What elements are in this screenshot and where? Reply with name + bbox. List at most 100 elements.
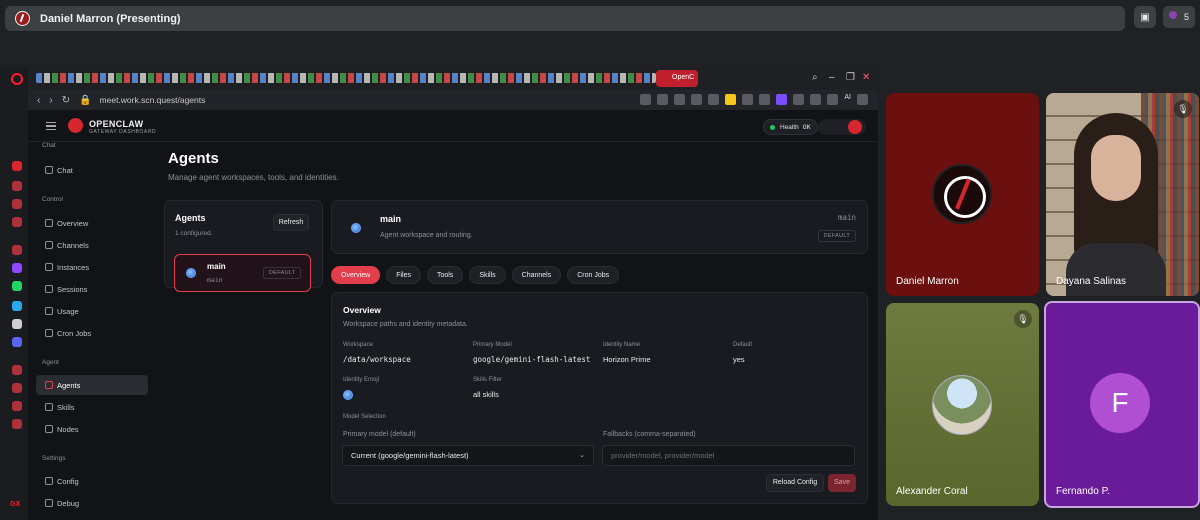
- close-icon[interactable]: ✕: [862, 72, 870, 83]
- tab-openclaw[interactable]: OpenC: [656, 70, 698, 87]
- sidebar-item-overview[interactable]: Overview: [36, 213, 148, 233]
- opera-sidebar-icon[interactable]: [12, 217, 22, 227]
- shared-screen: GX OpenC ⌕ – ❐ ✕ ‹ › ↻ 🔒 meet.work.scn.q…: [0, 67, 878, 520]
- tab-overview[interactable]: Overview: [331, 266, 381, 284]
- tab-cron-jobs[interactable]: Cron Jobs: [567, 266, 620, 284]
- identity-emoji-label: Identity Emoji: [343, 377, 380, 383]
- reload-config-button[interactable]: Reload Config: [766, 474, 824, 492]
- messenger-icon[interactable]: [12, 245, 22, 255]
- participant-tile-fernando[interactable]: F Fernando P.: [1044, 301, 1200, 508]
- participants-button[interactable]: 5: [1163, 6, 1195, 28]
- lock-icon: 🔒: [79, 94, 92, 106]
- opera-logo-icon[interactable]: [11, 73, 23, 85]
- openclaw-app: OPENCLAW GATEWAY DASHBOARD Health OK Chat…: [28, 110, 878, 520]
- fallbacks-input[interactable]: provider/model, provider/model: [602, 445, 855, 466]
- menu-toggle-icon[interactable]: [46, 122, 56, 130]
- opera-sidebar-icon[interactable]: [12, 199, 22, 209]
- sidebar-item-skills[interactable]: Skills: [36, 397, 148, 417]
- stop-presenting-icon[interactable]: ▣: [1134, 6, 1156, 28]
- gear-icon: [45, 477, 53, 485]
- theme-toggle-knob-icon[interactable]: [848, 120, 862, 134]
- refresh-button[interactable]: Refresh: [273, 214, 309, 231]
- sidebar-item-usage[interactable]: Usage: [36, 301, 148, 321]
- chevron-down-icon: ⌄: [579, 452, 585, 459]
- tab-tools[interactable]: Tools: [426, 266, 464, 284]
- primary-model-select[interactable]: Current (google/gemini-flash-latest) ⌄: [342, 445, 594, 466]
- sidebar-item-chat[interactable]: Chat: [36, 160, 148, 180]
- opera-sidebar-icon[interactable]: [12, 401, 22, 411]
- extension-icon[interactable]: [674, 94, 686, 105]
- mic-off-icon: 🎙: [1014, 310, 1032, 328]
- tab-files[interactable]: Files: [386, 266, 421, 284]
- agent-detail-header: main Agent workspace and routing. main D…: [331, 200, 868, 254]
- default-badge: DEFAULT: [263, 267, 302, 279]
- history-icon[interactable]: [12, 383, 22, 393]
- chart-icon: [45, 307, 53, 315]
- extension-icon[interactable]: [640, 94, 652, 105]
- opera-sidebar-icon[interactable]: [12, 365, 22, 375]
- extension-icon[interactable]: [708, 94, 720, 105]
- save-button[interactable]: Save: [828, 474, 856, 492]
- pinned-tabs[interactable]: [36, 73, 656, 83]
- folder-icon: [45, 381, 53, 389]
- globe-icon: [186, 268, 196, 278]
- forward-icon[interactable]: ›: [49, 95, 52, 106]
- url-field[interactable]: meet.work.scn.quest/agents: [100, 95, 206, 105]
- tab-channels[interactable]: Channels: [511, 266, 562, 284]
- overview-subtitle: Workspace paths and identity metadata.: [343, 321, 468, 328]
- opera-sidebar-icon[interactable]: [12, 181, 22, 191]
- agent-id: main: [207, 276, 223, 284]
- extension-icon[interactable]: [657, 94, 669, 105]
- restore-icon[interactable]: ❐: [846, 72, 855, 83]
- alexander-avatar: [932, 375, 992, 435]
- extension-icon[interactable]: [725, 94, 737, 105]
- workspace-value: /data/workspace: [343, 355, 411, 364]
- ai-button[interactable]: AI: [844, 94, 851, 105]
- extension-icon[interactable]: [742, 94, 754, 105]
- minimize-icon[interactable]: –: [829, 72, 835, 83]
- x-icon[interactable]: [12, 319, 22, 329]
- settings-icon[interactable]: [12, 419, 22, 429]
- reload-icon[interactable]: ↻: [62, 95, 70, 106]
- sidebar-item-debug[interactable]: Debug: [36, 493, 148, 513]
- extension-icon[interactable]: [759, 94, 771, 105]
- menu-icon[interactable]: [857, 94, 868, 105]
- discord-icon[interactable]: [12, 337, 22, 347]
- participant-tile-alexander[interactable]: 🎙 Alexander Coral: [886, 303, 1039, 506]
- sidebar-item-cron-jobs[interactable]: Cron Jobs: [36, 323, 148, 343]
- extension-icon[interactable]: [691, 94, 703, 105]
- primary-model-value: google/gemini-flash-latest: [473, 355, 591, 364]
- sidebar-item-agents[interactable]: Agents: [36, 375, 148, 395]
- opera-sidebar-icon[interactable]: [12, 161, 22, 171]
- default-badge: DEFAULT: [817, 230, 856, 242]
- extension-icon[interactable]: [776, 94, 788, 105]
- participant-name: Fernando P.: [1056, 486, 1110, 497]
- sidebar-item-channels[interactable]: Channels: [36, 235, 148, 255]
- extension-icon[interactable]: [810, 94, 822, 105]
- overview-icon: [45, 219, 53, 227]
- agent-list-item[interactable]: main main DEFAULT: [174, 254, 311, 292]
- download-icon[interactable]: [827, 94, 839, 105]
- tab-skills[interactable]: Skills: [469, 266, 506, 284]
- participant-video: [1066, 113, 1166, 296]
- monitor-icon: [45, 425, 53, 433]
- participant-tile-dayana[interactable]: 🎙 Dayana Salinas: [1046, 93, 1199, 296]
- address-bar: ‹ › ↻ 🔒 meet.work.scn.quest/agents AI: [28, 90, 878, 110]
- back-icon[interactable]: ‹: [37, 95, 40, 106]
- agent-detail-id: main: [837, 213, 856, 222]
- sidebar-item-config[interactable]: Config: [36, 471, 148, 491]
- presenting-label: Daniel Marron (Presenting): [40, 12, 181, 25]
- telegram-icon[interactable]: [12, 301, 22, 311]
- identity-name-value: Horizon Prime: [603, 355, 651, 364]
- health-value: OK: [802, 123, 811, 131]
- participant-tile-daniel[interactable]: Daniel Marron: [886, 93, 1039, 296]
- search-tabs-icon[interactable]: ⌕: [812, 72, 818, 83]
- sidebar-item-instances[interactable]: Instances: [36, 257, 148, 277]
- overview-title: Overview: [343, 305, 381, 315]
- whatsapp-icon[interactable]: [12, 281, 22, 291]
- twitch-icon[interactable]: [12, 263, 22, 273]
- extension-icon[interactable]: [793, 94, 805, 105]
- sidebar-item-sessions[interactable]: Sessions: [36, 279, 148, 299]
- sidebar-item-nodes[interactable]: Nodes: [36, 419, 148, 439]
- sidebar-section-control: Control: [42, 196, 63, 203]
